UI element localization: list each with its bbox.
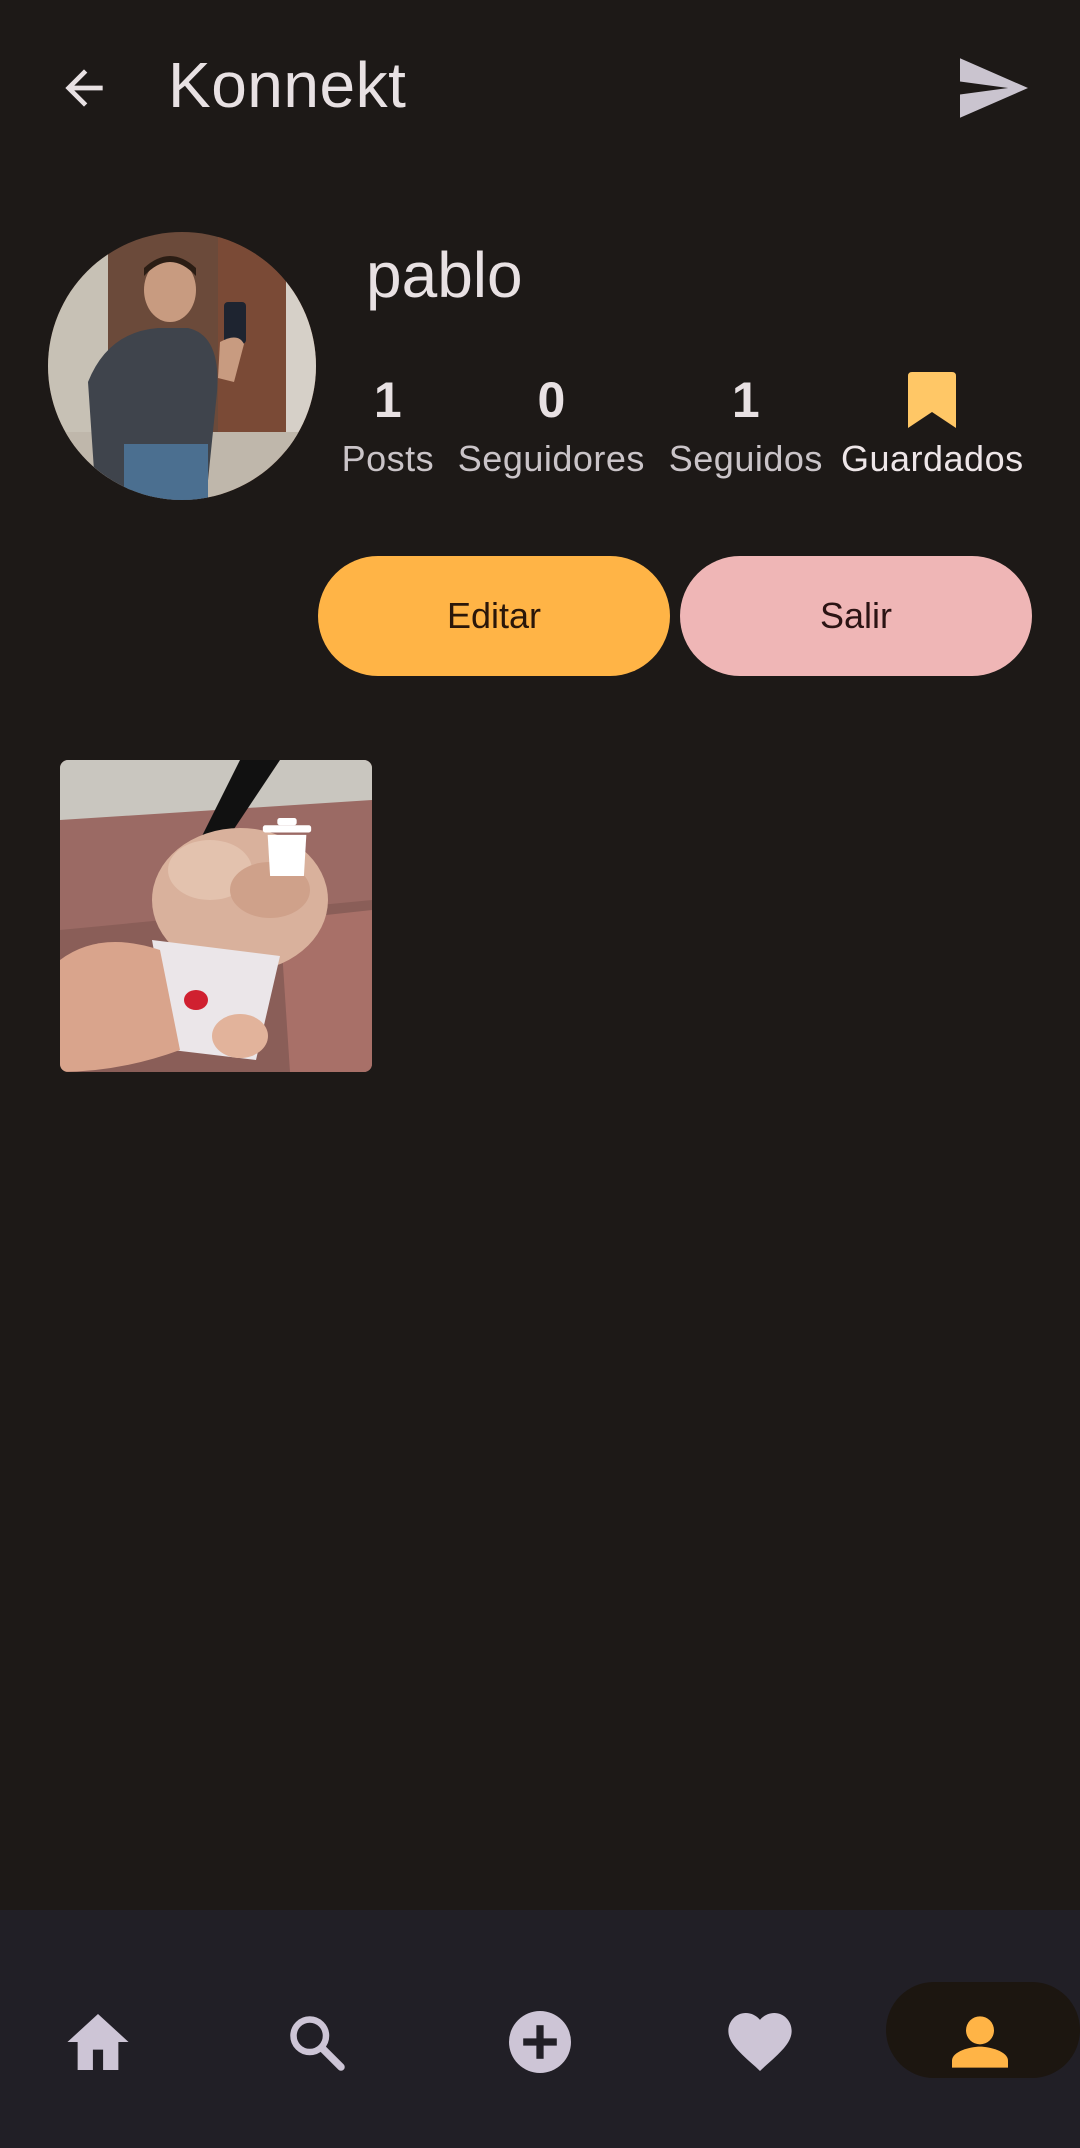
nav-home[interactable] — [58, 2002, 138, 2082]
stat-posts[interactable]: 1 Posts — [332, 368, 444, 488]
send-icon — [960, 58, 1028, 118]
nav-search[interactable] — [276, 2002, 356, 2082]
app-title: Konnekt — [168, 49, 407, 121]
profile-stats: 1 Posts 0 Seguidores 1 Seguidos Guardado… — [326, 368, 1026, 488]
saved-label: Guardados — [840, 438, 1024, 479]
bottom-navigation — [0, 1910, 1080, 2148]
followers-count: 0 — [537, 372, 566, 428]
post-thumbnail[interactable] — [60, 760, 372, 1072]
posts-count: 1 — [373, 372, 402, 428]
add-circle-icon — [509, 2011, 571, 2073]
followers-label: Seguidores — [457, 438, 645, 479]
send-button[interactable] — [956, 54, 1032, 122]
home-icon — [67, 2014, 129, 2070]
person-icon — [952, 2016, 1008, 2068]
avatar[interactable] — [48, 232, 316, 500]
nav-favorites[interactable] — [720, 2002, 800, 2082]
delete-icon[interactable] — [262, 818, 312, 876]
post-image — [60, 760, 372, 1072]
nav-add[interactable] — [500, 2002, 580, 2082]
edit-profile-button[interactable]: Editar — [318, 556, 670, 676]
logout-button[interactable]: Salir — [680, 556, 1032, 676]
heart-icon — [728, 2013, 792, 2071]
profile-screen: Konnekt pablo 1 Posts 0 Seguidores 1 Seg… — [0, 0, 1080, 2148]
username: pablo — [366, 239, 523, 311]
stat-followers[interactable]: 0 Seguidores — [452, 368, 651, 488]
following-label: Seguidos — [668, 438, 823, 479]
stat-saved[interactable]: Guardados — [839, 368, 1026, 488]
nav-profile[interactable] — [940, 2002, 1020, 2082]
following-count: 1 — [731, 372, 760, 428]
posts-label: Posts — [341, 438, 435, 479]
stat-following[interactable]: 1 Seguidos — [661, 368, 831, 488]
arrow-back-icon — [65, 69, 103, 107]
search-icon — [290, 2016, 345, 2071]
bookmark-icon — [908, 368, 957, 432]
back-button[interactable] — [50, 54, 118, 122]
top-app-bar: Konnekt — [0, 0, 1080, 176]
avatar-photo — [48, 232, 316, 500]
